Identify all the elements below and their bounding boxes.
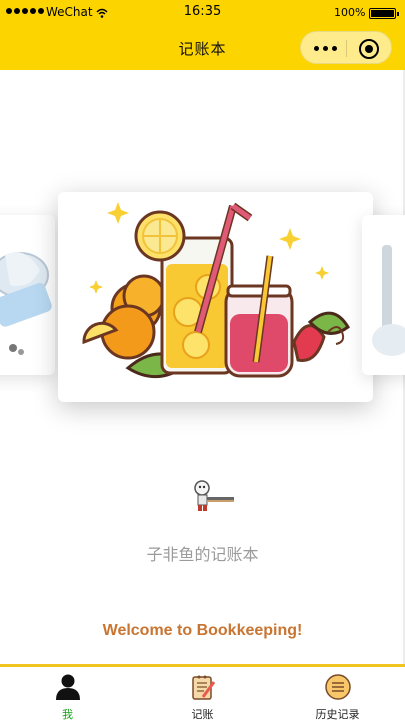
avatar bbox=[194, 480, 234, 511]
welcome-message: Welcome to Bookkeeping! bbox=[102, 622, 303, 639]
navigation-bar: 记账本 bbox=[0, 26, 405, 70]
tab-me[interactable]: 我 bbox=[0, 667, 135, 720]
tab-bookkeeping-label: 记账 bbox=[191, 708, 214, 720]
juice-illustration-icon bbox=[82, 202, 350, 379]
mini-program-capsule bbox=[300, 31, 392, 64]
battery-percent: 100% bbox=[334, 6, 366, 19]
carousel-slide-next[interactable] bbox=[362, 215, 405, 375]
drink-illustration-icon bbox=[0, 252, 52, 355]
tab-bar: 我 记账 历史记录 bbox=[0, 664, 405, 720]
carousel-slide-previous[interactable] bbox=[0, 215, 55, 375]
close-icon[interactable] bbox=[359, 39, 379, 59]
tab-bookkeeping[interactable]: 记账 bbox=[135, 667, 270, 720]
notebook-icon bbox=[191, 675, 215, 700]
battery-icon bbox=[369, 8, 399, 19]
tab-history-label: 历史记录 bbox=[315, 708, 360, 720]
status-bar: WeChat 16:35 100% bbox=[0, 0, 405, 26]
carousel-slide-current[interactable] bbox=[58, 192, 373, 402]
image-carousel[interactable] bbox=[0, 70, 405, 450]
more-icon[interactable] bbox=[314, 46, 337, 51]
history-icon bbox=[324, 674, 351, 700]
cup-illustration-icon bbox=[372, 245, 405, 356]
person-icon bbox=[55, 674, 80, 700]
profile-name: 子非鱼的记账本 bbox=[146, 545, 259, 564]
capsule-divider bbox=[346, 40, 347, 57]
tab-history[interactable]: 历史记录 bbox=[270, 667, 405, 720]
tab-me-label: 我 bbox=[62, 708, 73, 720]
